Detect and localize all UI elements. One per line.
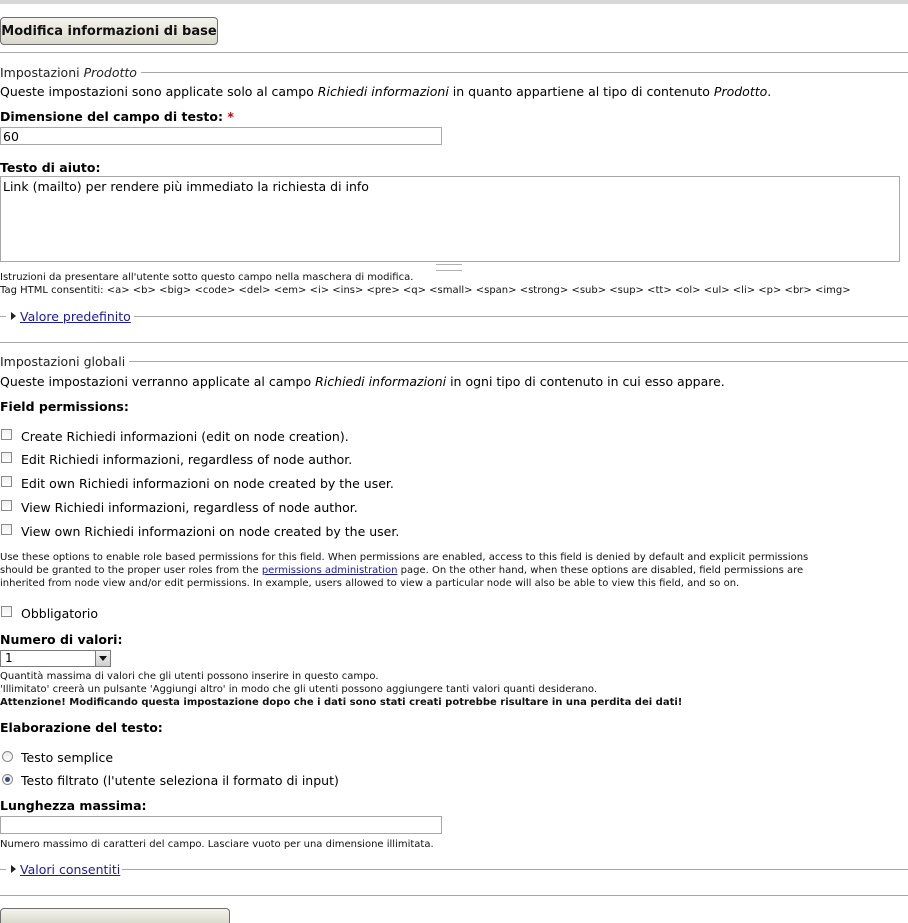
- fieldset-border: [122, 869, 908, 870]
- help-text-label: Testo di aiuto:: [0, 160, 101, 175]
- global-settings-description: Queste impostazioni verranno applicate a…: [0, 374, 725, 389]
- number-of-values-label: Numero di valori:: [0, 632, 123, 647]
- permission-checkbox-create[interactable]: [1, 429, 12, 440]
- product-settings-description: Queste impostazioni sono applicate solo …: [0, 84, 772, 99]
- divider: [0, 342, 908, 343]
- required-marker: *: [227, 109, 234, 124]
- permissions-description: Use these options to enable role based p…: [0, 552, 809, 589]
- fieldset-border: [0, 316, 6, 317]
- required-checkbox[interactable]: [1, 606, 12, 617]
- collapse-arrow-icon[interactable]: [11, 865, 16, 873]
- data-loss-warning: Attenzione! Modificando questa impostazi…: [0, 697, 683, 708]
- number-of-values-select[interactable]: 1: [0, 650, 111, 667]
- number-of-values-description: Quantità massima di valori che gli utent…: [0, 670, 908, 709]
- radio-plain-text-label: Testo semplice: [21, 750, 114, 765]
- fieldset-legend-product: Impostazioni Prodotto: [0, 65, 141, 80]
- help-text-description: Istruzioni da presentare all'utente sott…: [0, 272, 414, 283]
- field-permissions-label: Field permissions:: [0, 399, 129, 414]
- help-text-textarea[interactable]: Link (mailto) per rendere più immediato …: [0, 176, 900, 262]
- permission-label-edit: Edit Richiedi informazioni, regardless o…: [21, 452, 353, 467]
- max-length-description: Numero massimo di caratteri del campo. L…: [0, 839, 434, 850]
- required-label: Obbligatorio: [21, 606, 99, 621]
- permission-checkbox-view-own[interactable]: [1, 524, 12, 535]
- save-settings-button[interactable]: [0, 908, 230, 923]
- divider: [0, 895, 908, 896]
- permission-label-view-own: View own Richiedi informazioni on node c…: [21, 524, 400, 539]
- fieldset-border: [0, 869, 6, 870]
- allowed-tags-text: Tag HTML consentiti: <a> <b> <big> <code…: [0, 285, 851, 296]
- fieldset-border: [134, 316, 908, 317]
- chevron-down-icon[interactable]: [95, 651, 110, 666]
- fieldset-border: [133, 72, 908, 73]
- permission-label-edit-own: Edit own Richiedi informazioni on node c…: [21, 476, 394, 491]
- permission-checkbox-view[interactable]: [1, 500, 12, 511]
- divider: [0, 52, 908, 53]
- textarea-resize-grip[interactable]: [436, 264, 462, 271]
- default-value-link[interactable]: Valore predefinito: [20, 309, 131, 324]
- text-size-input[interactable]: [0, 127, 442, 145]
- radio-filtered-text-label: Testo filtrato (l'utente seleziona il fo…: [21, 773, 339, 788]
- edit-basic-info-button[interactable]: Modifica informazioni di base: [0, 17, 218, 45]
- fieldset-border: [127, 361, 908, 362]
- text-size-label: Dimensione del campo di testo: *: [0, 109, 234, 124]
- collapse-arrow-icon[interactable]: [11, 312, 16, 320]
- radio-plain-text[interactable]: [2, 751, 13, 762]
- permission-label-view: View Richiedi informazioni, regardless o…: [21, 500, 358, 515]
- top-border: [0, 0, 908, 4]
- fieldset-legend-global: Impostazioni globali: [0, 354, 130, 369]
- permission-label-create: Create Richiedi informazioni (edit on no…: [21, 429, 349, 444]
- permission-checkbox-edit[interactable]: [1, 452, 12, 463]
- text-processing-label: Elaborazione del testo:: [0, 720, 163, 735]
- radio-filtered-text[interactable]: [2, 774, 13, 785]
- permission-checkbox-edit-own[interactable]: [1, 476, 12, 487]
- allowed-values-link[interactable]: Valori consentiti: [20, 862, 120, 877]
- max-length-label: Lunghezza massima:: [0, 798, 147, 813]
- permissions-administration-link[interactable]: permissions administration: [262, 565, 398, 576]
- max-length-input[interactable]: [0, 816, 442, 834]
